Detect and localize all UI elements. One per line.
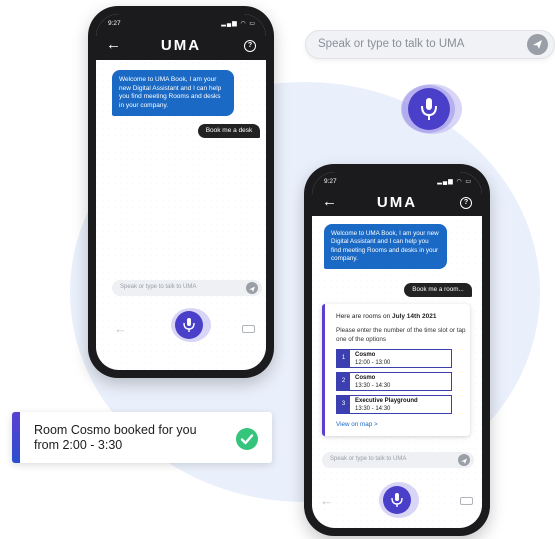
app-header: 9:27 ▂▄▆ ◠ ▭ ← UMA ? (312, 172, 482, 216)
status-time: 9:27 (324, 178, 337, 185)
send-icon[interactable] (527, 34, 548, 55)
room-option-number: 2 (337, 373, 350, 390)
bot-message-text: Welcome to UMA Book, I am your new Digit… (119, 76, 222, 109)
search-placeholder: Speak or type to talk to UMA (318, 38, 465, 50)
mic-icon[interactable] (168, 306, 212, 349)
view-on-map-link[interactable]: View on map > (336, 421, 378, 428)
mic-icon[interactable] (376, 480, 420, 525)
app-logo: UMA (160, 37, 202, 54)
keyboard-icon[interactable] (460, 497, 473, 505)
room-option-3[interactable]: 3 Executive Playground 13:30 - 14:30 (336, 395, 452, 414)
chat-input-placeholder: Speak or type to talk to UMA (330, 456, 407, 462)
room-option-number: 1 (337, 350, 350, 367)
room-option-1[interactable]: 1 Cosmo 12:00 - 13:00 (336, 349, 452, 368)
user-message: Book me a room... (404, 283, 472, 297)
user-message-text: Book me a desk (205, 127, 253, 134)
user-message-text: Book me a room... (412, 286, 464, 293)
bot-message-text: Welcome to UMA Book, I am your new Digit… (331, 230, 439, 262)
bottom-back-arrow-icon[interactable]: ← (114, 322, 127, 335)
status-icons: ▂▄▆ ◠ ▭ (221, 21, 256, 27)
room-option-number: 3 (337, 396, 350, 413)
bottom-back-arrow-icon[interactable]: ← (320, 494, 333, 507)
mic-icon[interactable] (397, 82, 463, 136)
phone-left: 9:27 ▂▄▆ ◠ ▭ ← UMA ? Welcome to UMA Book… (88, 6, 274, 378)
send-icon[interactable] (246, 282, 258, 294)
room-option-time: 12:00 - 13:00 (355, 360, 391, 366)
rooms-instruction: Please enter the number of the time slot… (336, 327, 466, 343)
toast-accent (12, 412, 20, 463)
keyboard-icon[interactable] (242, 325, 255, 333)
rooms-card-accent (322, 304, 325, 436)
help-icon[interactable]: ? (460, 197, 472, 209)
rooms-intro: Here are rooms on July 14th 2021 (336, 313, 436, 320)
room-option-time: 13:30 - 14:30 (355, 406, 391, 412)
user-message: Book me a desk (198, 124, 260, 138)
bot-message: Welcome to UMA Book, I am your new Digit… (324, 224, 447, 270)
phone-right-screen: 9:27 ▂▄▆ ◠ ▭ ← UMA ? Welcome to UMA Book… (312, 172, 482, 528)
phone-notch (136, 14, 226, 33)
toast-message: Room Cosmo booked for you from 2:00 - 3:… (34, 423, 197, 452)
check-icon (235, 427, 259, 456)
room-option-name: Cosmo (355, 375, 376, 381)
send-icon[interactable] (458, 454, 470, 466)
booking-confirmation-toast: Room Cosmo booked for you from 2:00 - 3:… (12, 412, 272, 463)
chat-input[interactable]: Speak or type to talk to UMA (112, 280, 262, 296)
phone-notch (352, 172, 442, 191)
help-icon[interactable]: ? (244, 40, 256, 52)
app-header: 9:27 ▂▄▆ ◠ ▭ ← UMA ? (96, 14, 266, 60)
rooms-card: Here are rooms on July 14th 2021 Please … (322, 304, 470, 436)
room-option-2[interactable]: 2 Cosmo 13:30 - 14:30 (336, 372, 452, 391)
phone-right: 9:27 ▂▄▆ ◠ ▭ ← UMA ? Welcome to UMA Book… (304, 164, 490, 536)
room-option-time: 13:30 - 14:30 (355, 383, 391, 389)
app-logo: UMA (376, 194, 418, 211)
chat-input[interactable]: Speak or type to talk to UMA (322, 452, 474, 468)
phone-left-screen: 9:27 ▂▄▆ ◠ ▭ ← UMA ? Welcome to UMA Book… (96, 14, 266, 370)
room-option-name: Executive Playground (355, 398, 418, 404)
room-option-name: Cosmo (355, 352, 376, 358)
status-icons: ▂▄▆ ◠ ▭ (437, 179, 472, 185)
status-time: 9:27 (108, 20, 121, 27)
bot-message: Welcome to UMA Book, I am your new Digit… (112, 70, 234, 116)
top-search-input[interactable]: Speak or type to talk to UMA (305, 30, 555, 59)
chat-input-placeholder: Speak or type to talk to UMA (120, 284, 197, 290)
rooms-intro-prefix: Here are rooms on (336, 313, 392, 320)
rooms-intro-date: July 14th 2021 (392, 313, 437, 320)
